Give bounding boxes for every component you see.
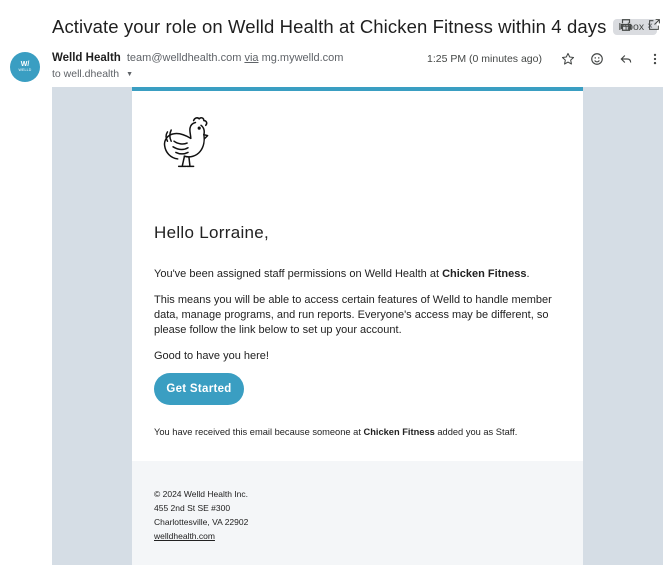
sender-line: Welld Health team@welldhealth.com via mg… bbox=[52, 52, 343, 64]
p1-text: You've been assigned staff permissions o… bbox=[154, 268, 443, 280]
reason-org-name: Chicken Fitness bbox=[363, 427, 435, 437]
star-icon[interactable] bbox=[560, 51, 575, 66]
recipient-line[interactable]: to well.dhealth ▼ bbox=[52, 68, 133, 80]
reason-text: You have received this email because som… bbox=[154, 427, 517, 437]
via-domain: mg.mywelld.com bbox=[261, 52, 344, 64]
chicken-logo-icon bbox=[163, 117, 209, 168]
assignment-paragraph: You've been assigned staff permissions o… bbox=[154, 267, 554, 282]
sender-name[interactable]: Welld Health bbox=[52, 52, 121, 64]
greeting: Hello Lorraine, bbox=[154, 223, 270, 242]
more-vert-icon[interactable] bbox=[647, 51, 662, 66]
via-link[interactable]: via bbox=[244, 52, 258, 64]
sender-avatar[interactable]: W/ WELLD bbox=[10, 52, 40, 82]
avatar-brand: WELLD bbox=[18, 68, 32, 72]
sender-email: team@welldhealth.com bbox=[126, 52, 242, 64]
email-subject: Activate your role on Welld Health at Ch… bbox=[52, 16, 607, 37]
emoji-icon[interactable] bbox=[589, 51, 604, 66]
footer-address-line-2: Charlottesville, VA 22902 bbox=[154, 517, 249, 527]
subject-row: Activate your role on Welld Health at Ch… bbox=[52, 14, 662, 40]
email-card: Hello Lorraine, You've been assigned sta… bbox=[132, 87, 583, 565]
welcome-paragraph: Good to have you here! bbox=[154, 350, 269, 362]
footer-address-line-1: 455 2nd St SE #300 bbox=[154, 503, 231, 513]
recipient-text: to well.dhealth bbox=[52, 68, 120, 80]
chevron-down-icon[interactable]: ▼ bbox=[126, 71, 133, 78]
footer-website-link[interactable]: welldhealth.com bbox=[154, 531, 215, 541]
reason-post: added you as Staff. bbox=[434, 427, 518, 437]
message-time: 1:25 PM (0 minutes ago) bbox=[427, 53, 542, 65]
footer-copyright: © 2024 Welld Health Inc. bbox=[154, 489, 248, 499]
avatar-initials: W/ bbox=[20, 61, 30, 68]
email-footer: © 2024 Welld Health Inc. 455 2nd St SE #… bbox=[132, 461, 583, 565]
org-name: Chicken Fitness bbox=[442, 268, 527, 280]
p1-end: . bbox=[526, 268, 530, 280]
reason-pre: You have received this email because som… bbox=[154, 427, 364, 437]
print-icon[interactable] bbox=[618, 17, 633, 32]
reply-icon[interactable] bbox=[618, 51, 633, 66]
get-started-button[interactable]: Get Started bbox=[154, 373, 244, 405]
access-paragraph: This means you will be able to access ce… bbox=[154, 294, 552, 336]
open-in-new-icon[interactable] bbox=[647, 17, 662, 32]
